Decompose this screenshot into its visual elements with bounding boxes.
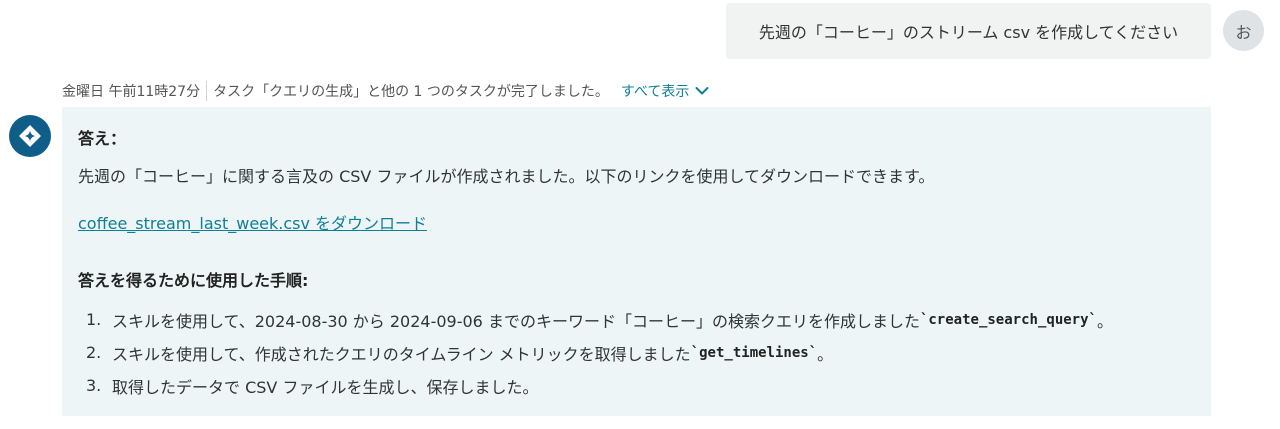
step-code: `get_timelines` — [690, 344, 818, 361]
step-suffix: 。 — [1096, 311, 1113, 331]
sparkle-diamond-icon — [19, 125, 41, 147]
meta-divider — [206, 81, 208, 101]
step-number: 2. — [86, 343, 102, 362]
user-message-text: 先週の「コーヒー」のストリーム csv を作成してください — [758, 23, 1179, 42]
steps-heading: 答えを得るために使用した手順: — [78, 271, 309, 290]
step-text: スキルを使用して、2024-08-30 から 2024-09-06 までのキーワ… — [112, 311, 920, 331]
user-avatar[interactable]: お — [1223, 10, 1264, 51]
answer-body: 先週の「コーヒー」に関する言及の CSV ファイルが作成されました。以下のリンク… — [78, 167, 935, 186]
steps-list: 1. スキルを使用して、2024-08-30 から 2024-09-06 までの… — [86, 303, 1113, 402]
step-text: スキルを使用して、作成されたクエリのタイムライン メトリックを取得しました — [112, 344, 691, 364]
user-message-bubble: 先週の「コーヒー」のストリーム csv を作成してください — [726, 3, 1211, 59]
task-status-text: タスク「クエリの生成」と他の 1 つのタスクが完了しました。 — [213, 84, 609, 100]
step-text: 取得したデータで CSV ファイルを生成し、保存しました。 — [112, 377, 539, 397]
step-suffix: 。 — [817, 344, 834, 364]
step-code: `create_search_query` — [919, 311, 1097, 328]
assistant-answer-panel: 答え： 先週の「コーヒー」に関する言及の CSV ファイルが作成されました。以下… — [62, 107, 1211, 416]
step-number: 1. — [86, 310, 102, 329]
list-item: 1. スキルを使用して、2024-08-30 から 2024-09-06 までの… — [86, 303, 1113, 336]
task-meta-row: 金曜日 午前11時27分 タスク「クエリの生成」と他の 1 つのタスクが完了しま… — [62, 80, 709, 102]
chevron-down-icon — [695, 87, 709, 95]
list-item: 2. スキルを使用して、作成されたクエリのタイムライン メトリックを取得しました… — [86, 336, 1113, 369]
message-timestamp: 金曜日 午前11時27分 — [62, 84, 201, 100]
list-item: 3. 取得したデータで CSV ファイルを生成し、保存しました。 — [86, 369, 1113, 402]
show-all-toggle[interactable]: すべて表示 — [621, 81, 709, 101]
step-number: 3. — [86, 376, 102, 395]
download-csv-link[interactable]: coffee_stream_last_week.csv をダウンロード — [78, 210, 427, 234]
user-avatar-initial: お — [1235, 22, 1252, 42]
show-all-label: すべて表示 — [620, 84, 690, 100]
assistant-avatar — [9, 115, 51, 157]
answer-heading: 答え： — [78, 129, 127, 148]
